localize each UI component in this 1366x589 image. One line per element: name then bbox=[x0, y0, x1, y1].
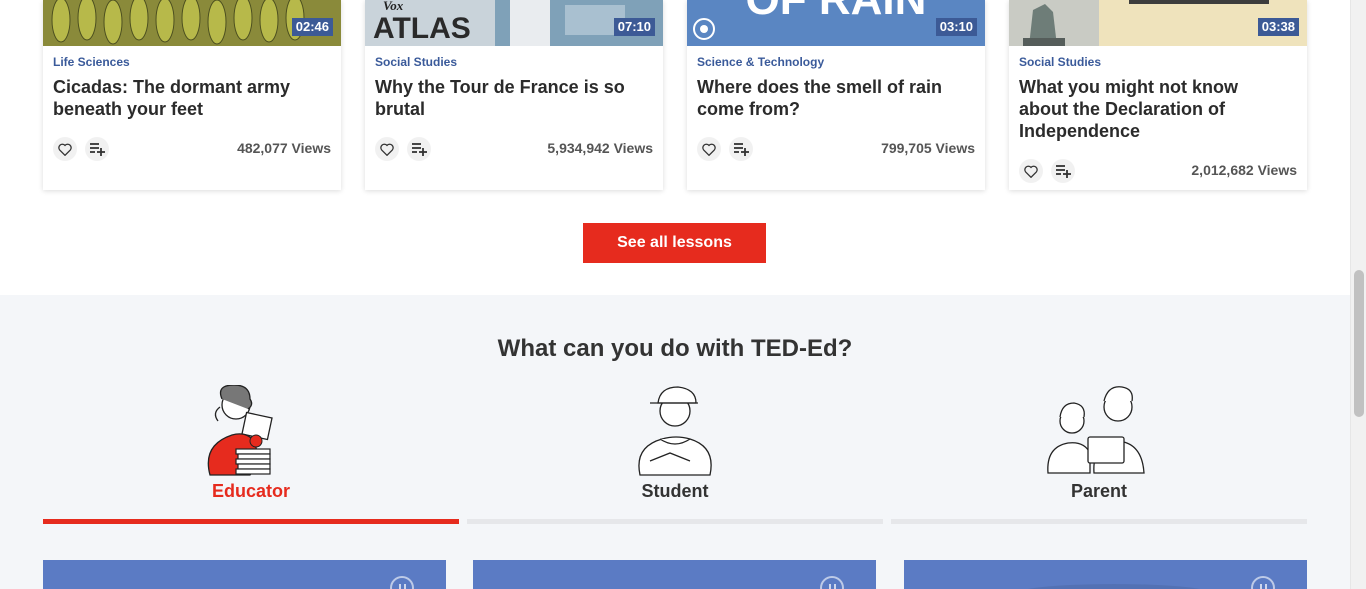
video-tile[interactable] bbox=[43, 560, 446, 589]
lesson-title[interactable]: What you might not know about the Declar… bbox=[1019, 76, 1289, 142]
lesson-title[interactable]: Why the Tour de France is so brutal bbox=[375, 76, 645, 120]
lesson-card[interactable]: Vox ATLAS 07:10 Social Studies Why the T… bbox=[365, 0, 663, 190]
tab-parent[interactable]: Parent bbox=[891, 385, 1307, 525]
video-tile[interactable] bbox=[904, 560, 1307, 589]
card-actions: 799,705 Views bbox=[697, 137, 975, 161]
view-count: 482,077 Views bbox=[237, 140, 331, 156]
card-actions: 482,077 Views bbox=[53, 137, 331, 161]
playlist-add-icon[interactable] bbox=[1051, 159, 1075, 183]
student-illustration bbox=[638, 386, 712, 476]
lesson-category[interactable]: Social Studies bbox=[1019, 55, 1101, 69]
lesson-thumbnail[interactable]: Vox ATLAS 07:10 bbox=[365, 0, 663, 46]
heart-icon[interactable] bbox=[697, 137, 721, 161]
playlist-add-icon[interactable] bbox=[729, 137, 753, 161]
lesson-category[interactable]: Life Sciences bbox=[53, 55, 130, 69]
lesson-category[interactable]: Social Studies bbox=[375, 55, 457, 69]
role-label: Parent bbox=[1070, 481, 1128, 501]
card-actions: 5,934,942 Views bbox=[375, 137, 653, 161]
lesson-title[interactable]: Where does the smell of rain come from? bbox=[697, 76, 967, 120]
lesson-thumbnail[interactable]: 02:46 bbox=[43, 0, 341, 46]
lesson-card[interactable]: OF RAIN 03:10 Science & Technology Where… bbox=[687, 0, 985, 190]
thumbnail-text: ATLAS bbox=[373, 12, 471, 45]
duration-badge: 02:46 bbox=[291, 18, 333, 36]
role-tab-indicator bbox=[891, 519, 1307, 524]
role-label: Educator bbox=[211, 481, 290, 501]
thumbnail-text: OF RAIN bbox=[746, 0, 927, 24]
card-actions: 2,012,682 Views bbox=[1019, 159, 1297, 183]
section-title: What can you do with TED-Ed? bbox=[497, 335, 853, 362]
lesson-card[interactable]: 02:46 Life Sciences Cicadas: The dormant… bbox=[43, 0, 341, 190]
role-label: Student bbox=[641, 481, 709, 501]
view-count: 2,012,682 Views bbox=[1191, 162, 1297, 178]
lesson-thumbnail[interactable]: 03:38 bbox=[1009, 0, 1307, 46]
pause-icon[interactable] bbox=[390, 576, 414, 589]
lesson-thumbnail[interactable]: OF RAIN 03:10 bbox=[687, 0, 985, 46]
educator-illustration bbox=[207, 385, 273, 476]
see-all-lessons-button[interactable]: See all lessons bbox=[583, 223, 766, 263]
tile-graphic bbox=[1014, 584, 1214, 589]
lesson-cards-row: 02:46 Life Sciences Cicadas: The dormant… bbox=[43, 0, 1307, 190]
heart-icon[interactable] bbox=[53, 137, 77, 161]
lesson-category[interactable]: Science & Technology bbox=[697, 55, 824, 69]
duration-badge: 07:10 bbox=[613, 18, 655, 36]
view-count: 5,934,942 Views bbox=[547, 140, 653, 156]
heart-icon[interactable] bbox=[375, 137, 399, 161]
parent-illustration bbox=[1047, 386, 1145, 474]
role-video-tiles bbox=[43, 560, 1307, 589]
page-scrollbar[interactable] bbox=[1350, 0, 1366, 589]
tab-educator[interactable]: Educator bbox=[43, 385, 459, 525]
lesson-title[interactable]: Cicadas: The dormant army beneath your f… bbox=[53, 76, 323, 120]
scrollbar-thumb[interactable] bbox=[1354, 270, 1364, 417]
role-tab-indicator bbox=[43, 519, 459, 524]
pause-icon[interactable] bbox=[1251, 576, 1275, 589]
tab-student[interactable]: Student bbox=[467, 385, 883, 525]
playlist-add-icon[interactable] bbox=[85, 137, 109, 161]
role-tabs: Educator Student Parent bbox=[43, 385, 1307, 525]
what-can-you-do-section: What can you do with TED-Ed? Educator St… bbox=[0, 295, 1350, 589]
view-count: 799,705 Views bbox=[881, 140, 975, 156]
role-tab-indicator bbox=[467, 519, 883, 524]
video-tile[interactable] bbox=[473, 560, 876, 589]
duration-badge: 03:38 bbox=[1257, 18, 1299, 36]
lesson-card[interactable]: 03:38 Social Studies What you might not … bbox=[1009, 0, 1307, 190]
playlist-add-icon[interactable] bbox=[407, 137, 431, 161]
pause-icon[interactable] bbox=[820, 576, 844, 589]
duration-badge: 03:10 bbox=[935, 18, 977, 36]
heart-icon[interactable] bbox=[1019, 159, 1043, 183]
